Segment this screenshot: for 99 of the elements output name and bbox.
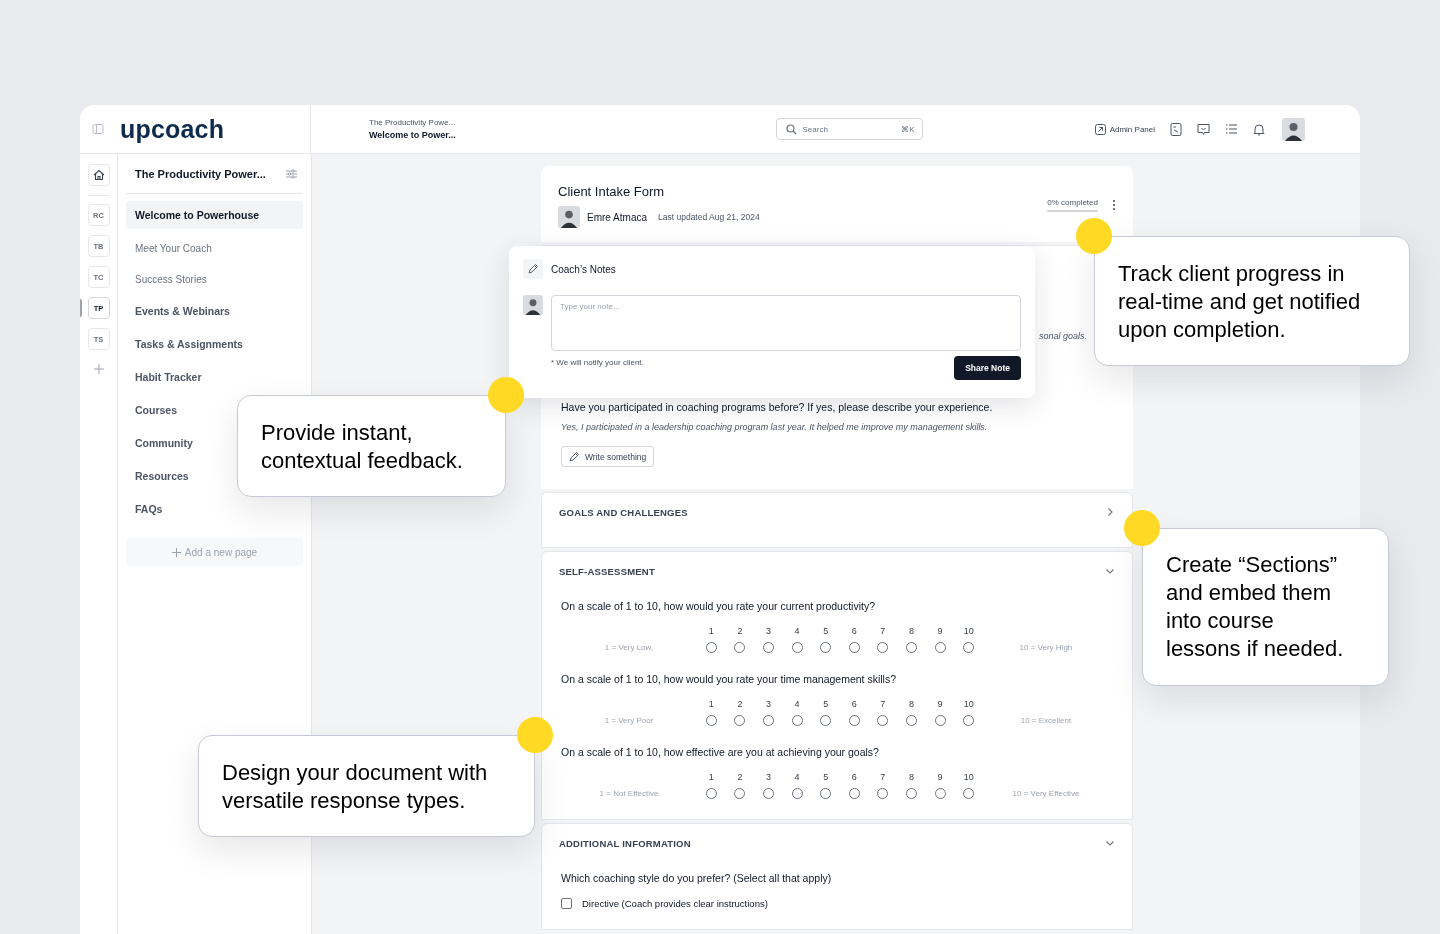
list-icon[interactable] xyxy=(1225,123,1238,135)
section-title[interactable]: ADDITIONAL INFORMATION xyxy=(559,837,691,849)
scale-label: 1 = Not Effective xyxy=(598,789,660,798)
answer-text: sonal goals. xyxy=(1038,331,1087,341)
scale-label: 10 = Excellent xyxy=(1019,716,1073,725)
bell-icon[interactable] xyxy=(1253,122,1265,136)
callout-text: Provide instant, contextual feedback. xyxy=(261,419,464,475)
answer-text: Yes, I participated in a leadership coaching program last year. It helped me improve my management skills. xyxy=(561,422,989,432)
scale-number: 7 xyxy=(879,626,887,636)
question-text: Which coaching style do you prefer? (Select all that apply) xyxy=(561,872,833,884)
admin-panel-link[interactable]: Admin Panel xyxy=(1094,123,1155,135)
scale-number: 9 xyxy=(936,699,944,709)
callout-text: Track client progress in real-time and get notified upon completion. xyxy=(1118,260,1362,344)
author-name: Emre Atmaca xyxy=(587,211,648,223)
notes-title: Coach’s Notes xyxy=(551,263,616,275)
breadcrumb-parent[interactable]: The Productivity Powe... xyxy=(369,118,752,127)
avatar xyxy=(558,206,580,228)
scale-label: 1 = Very Poor xyxy=(603,716,655,725)
search-icon xyxy=(785,123,797,135)
section-title[interactable]: GOALS AND CHALLENGES xyxy=(559,506,688,518)
document-icon[interactable] xyxy=(1170,122,1182,136)
page-link[interactable]: Habit Tracker xyxy=(126,361,211,394)
hint-text: * We will notify your client. xyxy=(551,358,644,367)
home-button[interactable] xyxy=(87,164,110,186)
scale-number: 3 xyxy=(764,772,772,782)
scale-number: 10 xyxy=(962,772,975,782)
logo[interactable]: upcoach xyxy=(120,114,225,144)
page-link[interactable]: FAQs xyxy=(126,493,172,526)
page-link[interactable]: Welcome to Powerhouse xyxy=(126,201,303,229)
chat-icon[interactable] xyxy=(1197,122,1210,136)
callout-text: Design your document with versatile response types. xyxy=(222,759,489,815)
scale-number: 4 xyxy=(793,626,801,636)
scale-number: 10 xyxy=(962,699,975,709)
scale-number: 8 xyxy=(907,772,915,782)
scale-number: 1 xyxy=(707,772,715,782)
scale-number: 9 xyxy=(936,626,944,636)
search-input[interactable]: Search xyxy=(802,124,896,134)
pencil-icon xyxy=(523,259,543,279)
avatar[interactable] xyxy=(1282,117,1305,141)
scale-number: 6 xyxy=(850,626,858,636)
question-text: On a scale of 1 to 10, how would you rate your current productivity? xyxy=(561,600,876,612)
section-title[interactable]: SELF-ASSESSMENT xyxy=(559,565,655,577)
page-link[interactable]: Meet Your Coach xyxy=(126,233,221,264)
scale-number: 5 xyxy=(822,626,830,636)
page-link[interactable]: Resources xyxy=(126,460,198,493)
callout-text: Create “Sections” and embed them into course lessons if needed. xyxy=(1166,551,1345,663)
page-link[interactable]: Events & Webinars xyxy=(126,295,239,328)
scale-number: 8 xyxy=(907,699,915,709)
breadcrumb-current: Welcome to Power... xyxy=(369,130,457,140)
scale-number: 10 xyxy=(962,626,975,636)
scale-number: 1 xyxy=(707,626,715,636)
scale-number: 4 xyxy=(793,699,801,709)
scale-number: 6 xyxy=(850,772,858,782)
scale-number: 5 xyxy=(822,772,830,782)
course-title: The Productivity Power... xyxy=(135,168,266,180)
checkbox[interactable] xyxy=(561,898,572,909)
share-note-button[interactable]: Share Note xyxy=(954,356,1021,380)
scale-number: 7 xyxy=(879,699,887,709)
checkbox-label[interactable]: Directive (Coach provides clear instructions) xyxy=(582,898,768,909)
chevron-icon[interactable] xyxy=(1105,566,1115,576)
scale-number: 2 xyxy=(736,626,744,636)
scale-number: 2 xyxy=(736,699,744,709)
search-bar[interactable]: Search ⌘K xyxy=(775,118,923,140)
question-text: Have you participated in coaching programs before? If yes, please describe your experience. xyxy=(561,401,994,413)
write-button[interactable]: Write something xyxy=(561,446,655,467)
home-icon xyxy=(92,169,105,181)
page-link[interactable]: Tasks & Assignments xyxy=(126,328,252,361)
scale-number: 3 xyxy=(764,699,772,709)
scale-label: 1 = Very Low, xyxy=(603,643,655,652)
scale-number: 7 xyxy=(879,772,887,782)
page-link[interactable]: Courses xyxy=(126,394,186,427)
page-link[interactable]: Success Stories xyxy=(126,264,216,295)
scale-label: 10 = Very Effective xyxy=(1011,789,1081,798)
scale-number: 6 xyxy=(850,699,858,709)
form-title: Client Intake Form xyxy=(558,184,666,199)
chevron-icon[interactable] xyxy=(1105,507,1115,517)
scale-number: 3 xyxy=(764,626,772,636)
chevron-icon[interactable] xyxy=(1105,838,1115,848)
more-icon[interactable] xyxy=(1112,199,1116,211)
question-text: On a scale of 1 to 10, how effective are you at achieving your goals? xyxy=(561,746,880,758)
scale-number: 4 xyxy=(793,772,801,782)
note-input[interactable]: Type your note... xyxy=(551,295,1021,351)
question-text: On a scale of 1 to 10, how would you rate your time management skills? xyxy=(561,673,897,685)
page-link[interactable]: Community xyxy=(126,427,202,460)
filter-settings-icon[interactable] xyxy=(286,169,297,179)
last-updated: Last updated Aug 21, 2024 xyxy=(658,212,760,222)
scale-number: 5 xyxy=(822,699,830,709)
scale-label: 10 = Very High xyxy=(1018,643,1074,652)
external-link-icon xyxy=(1094,123,1106,135)
scale-number: 8 xyxy=(907,626,915,636)
scale-number: 9 xyxy=(936,772,944,782)
sidebar-toggle-icon[interactable] xyxy=(92,123,104,135)
scale-number: 1 xyxy=(707,699,715,709)
pencil-icon xyxy=(569,451,579,462)
scale-number: 2 xyxy=(736,772,744,782)
progress-label: 0% completed xyxy=(1047,198,1098,207)
shortcut-hint: ⌘K xyxy=(901,124,915,134)
avatar xyxy=(523,295,543,315)
plus-icon xyxy=(171,547,181,557)
